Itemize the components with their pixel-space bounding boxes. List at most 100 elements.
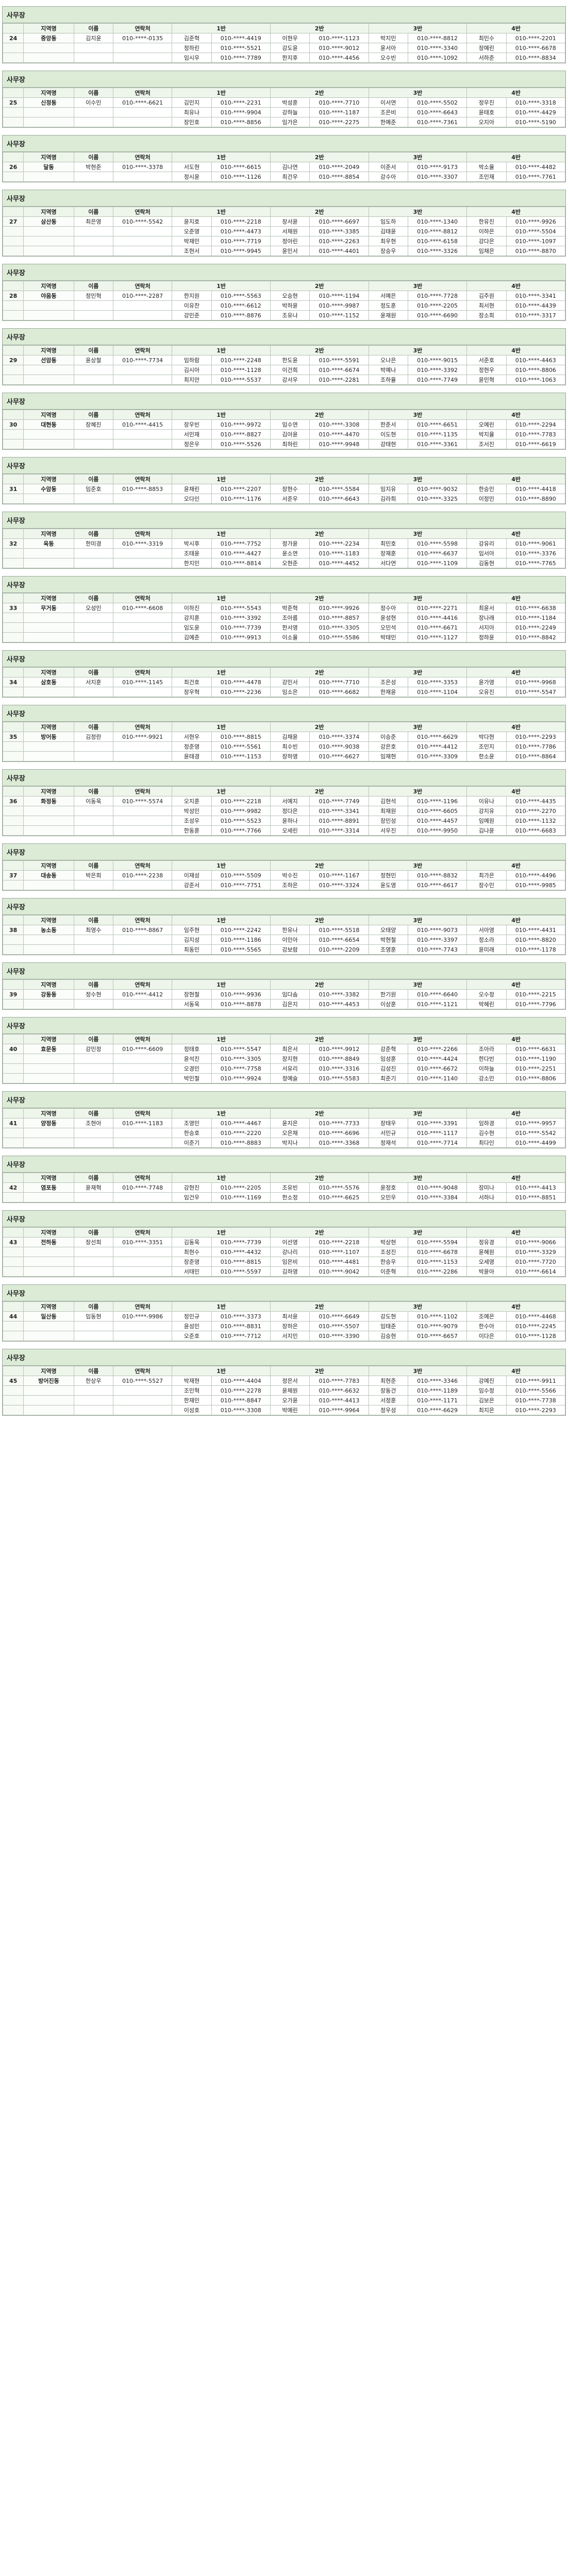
member-phone: 010-****-5509 xyxy=(211,870,271,880)
row-number: 26 xyxy=(2,162,24,172)
member-name: 서예지 xyxy=(270,796,310,806)
member-phone: 010-****-4429 xyxy=(506,107,565,117)
table-row: 29 선암동 윤상철 010-****-7734 임하람 010-****-2248 한도윤… xyxy=(2,355,565,365)
header-area: 지역명 xyxy=(23,722,74,732)
table-row: 강지훈 010-****-3392 조아름 010-****-8857 윤성현 010-*… xyxy=(2,613,565,623)
member-phone: 010-****-2275 xyxy=(309,117,369,127)
roster-table: 지역명 이름 연락처 1반 2반 3반 4반 36 화정동 이동욱 010-****-5574 오지훈… xyxy=(2,786,565,836)
header-group-a: 1반 xyxy=(172,1227,271,1238)
member-phone: 010-****-4401 xyxy=(309,246,369,256)
member-phone: 010-****-9015 xyxy=(407,355,467,365)
manager-name xyxy=(73,751,113,761)
header-group-d: 4반 xyxy=(466,860,565,871)
section-title: 사무장 xyxy=(3,899,565,915)
header-no xyxy=(2,1366,24,1376)
roster-section: 사무장 지역명 이름 연락처 1반 2반 3반 4반 26 달동 박현준 010-****-3378 서… xyxy=(2,135,566,182)
member-name: 강준서 xyxy=(172,880,212,890)
table-row: 40 효문동 강민정 010-****-6609 정태호 010-****-5547 최은서… xyxy=(2,1044,565,1054)
manager-phone xyxy=(112,741,173,752)
area-name xyxy=(23,687,74,697)
member-phone: 010-****-5563 xyxy=(211,291,271,301)
member-name: 장소희 xyxy=(466,310,507,320)
row-number xyxy=(2,825,24,836)
member-phone: 010-****-2251 xyxy=(506,1063,565,1074)
member-name: 오유진 xyxy=(466,687,507,697)
member-phone: 010-****-1123 xyxy=(309,33,369,43)
member-name: 서지아 xyxy=(466,622,507,633)
member-name: 서예은 xyxy=(368,291,408,301)
member-name: 오수빈 xyxy=(368,53,408,63)
manager-phone xyxy=(112,172,173,182)
header-no xyxy=(2,593,24,603)
roster-table: 지역명 이름 연락처 1반 2반 3반 4반 42 염포동 윤재혁 010-****-7748 강현진… xyxy=(2,1173,565,1202)
roster-section: 사무장 지역명 이름 연락처 1반 2반 3반 4반 35 방어동 김정란 010-****-9921… xyxy=(2,705,566,762)
member-name: 장미나 xyxy=(466,1182,507,1193)
header-area: 지역명 xyxy=(23,281,74,291)
member-phone: 010-****-8806 xyxy=(506,365,565,375)
member-name: 윤채원 xyxy=(270,1385,310,1396)
member-phone: 010-****-9924 xyxy=(211,1073,271,1083)
header-group-b: 2반 xyxy=(270,979,369,990)
roster-section: 사무장 지역명 이름 연락처 1반 2반 3반 4반 37 대송동 박은희 010-****-2238… xyxy=(2,843,566,891)
manager-name xyxy=(73,935,113,945)
area-name: 삼호동 xyxy=(23,677,74,687)
area-name: 염포동 xyxy=(23,1182,74,1193)
area-name xyxy=(23,999,74,1009)
member-name: 이성호 xyxy=(172,1405,212,1415)
member-name: 박다현 xyxy=(466,732,507,742)
row-number xyxy=(2,999,24,1009)
section-title: 사무장 xyxy=(3,329,565,345)
manager-name xyxy=(73,429,113,439)
manager-phone xyxy=(112,43,173,53)
member-phone: 010-****-1121 xyxy=(407,999,467,1009)
member-name: 임주현 xyxy=(172,925,212,935)
member-name: 박시후 xyxy=(172,538,212,549)
manager-name: 한미경 xyxy=(73,538,113,549)
table-row: 45 방어진동 한상우 010-****-5527 박재현 010-****-4404 정은… xyxy=(2,1376,565,1386)
member-phone: 010-****-3340 xyxy=(407,43,467,53)
header-group-d: 4반 xyxy=(466,979,565,990)
area-name xyxy=(23,246,74,256)
manager-phone xyxy=(112,622,173,633)
manager-phone xyxy=(112,1405,173,1415)
row-number: 25 xyxy=(2,97,24,108)
member-name: 이준혁 xyxy=(368,1266,408,1277)
row-number: 35 xyxy=(2,732,24,742)
member-phone: 010-****-1107 xyxy=(309,1247,369,1257)
header-phone: 연락처 xyxy=(112,722,173,732)
row-number xyxy=(2,1192,24,1202)
area-name xyxy=(23,825,74,836)
member-name: 조은성 xyxy=(368,677,408,687)
member-phone: 010-****-1153 xyxy=(211,751,271,761)
manager-name: 장혜진 xyxy=(73,419,113,430)
member-name: 최서현 xyxy=(466,300,507,311)
member-phone: 010-****-6657 xyxy=(407,1331,467,1341)
member-phone: 010-****-5597 xyxy=(211,1266,271,1277)
table-row: 이성호 010-****-3308 박예린 010-****-9964 정우성 010-*… xyxy=(2,1405,565,1415)
member-name: 임은비 xyxy=(270,1257,310,1267)
header-name: 이름 xyxy=(73,474,113,484)
member-phone: 010-****-6612 xyxy=(211,300,271,311)
member-phone: 010-****-2270 xyxy=(506,806,565,816)
header-no xyxy=(2,410,24,420)
member-phone: 010-****-3376 xyxy=(506,548,565,558)
member-phone: 010-****-9173 xyxy=(407,162,467,172)
member-phone: 010-****-3384 xyxy=(407,1192,467,1202)
member-phone: 010-****-1169 xyxy=(211,1192,271,1202)
member-phone: 010-****-8849 xyxy=(309,1054,369,1064)
member-name: 장태우 xyxy=(368,1118,408,1128)
member-name: 최민수 xyxy=(466,33,507,43)
member-phone: 010-****-6643 xyxy=(407,107,467,117)
manager-phone xyxy=(112,310,173,320)
area-name: 무거동 xyxy=(23,603,74,613)
member-name: 최지은 xyxy=(466,1405,507,1415)
member-name: 강도현 xyxy=(368,1311,408,1321)
manager-phone xyxy=(112,806,173,816)
table-row: 38 농소동 최영수 010-****-8867 임주현 010-****-2242 한유나… xyxy=(2,925,565,935)
roster-table: 지역명 이름 연락처 1반 2반 3반 4반 34 삼호동 서지훈 010-****-1145 최건호… xyxy=(2,667,565,697)
member-phone: 010-****-7749 xyxy=(309,796,369,806)
header-area: 지역명 xyxy=(23,23,74,33)
header-name: 이름 xyxy=(73,593,113,603)
manager-name xyxy=(73,558,113,568)
header-group-a: 1반 xyxy=(172,915,271,925)
